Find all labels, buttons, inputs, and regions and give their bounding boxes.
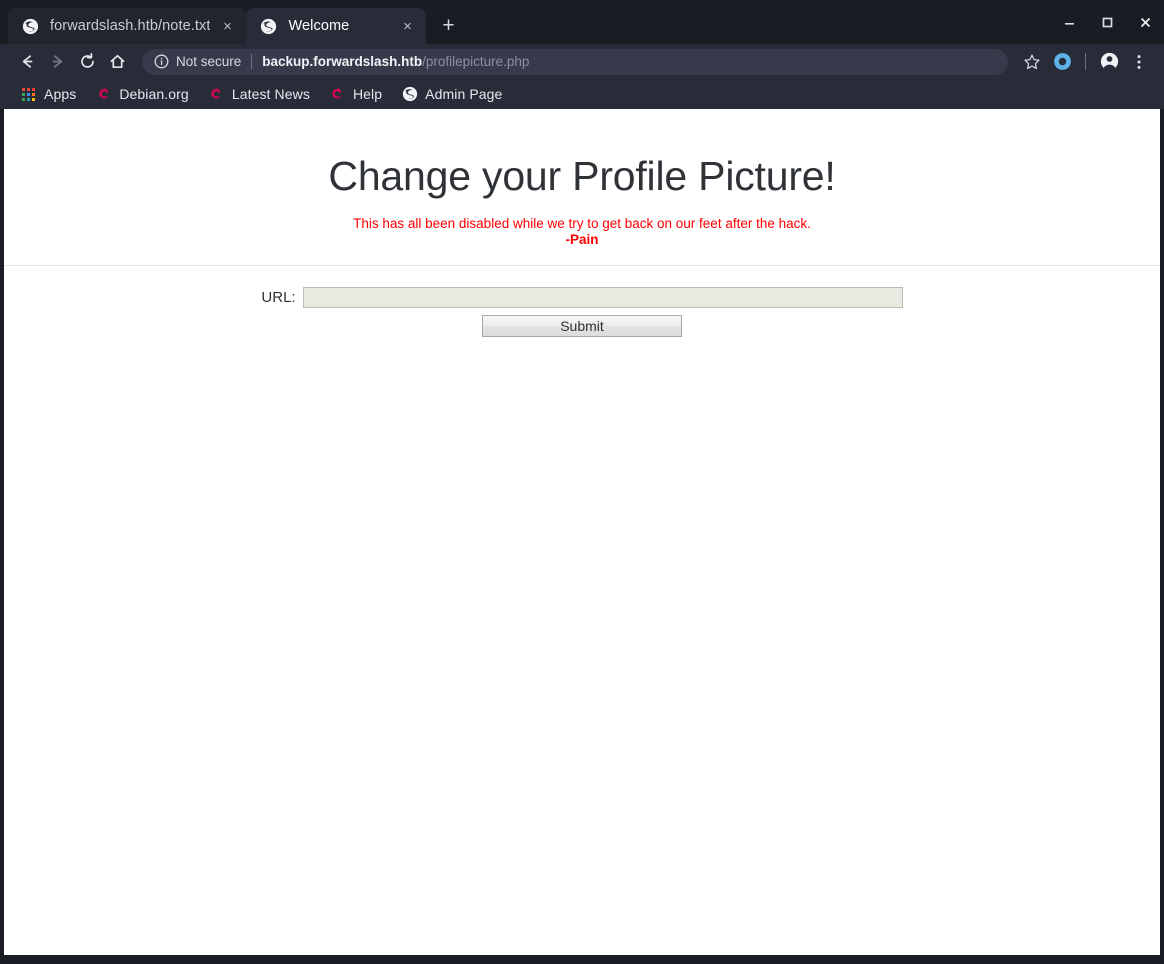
- new-tab-button[interactable]: +: [433, 10, 463, 40]
- debian-swirl-icon: [95, 86, 112, 103]
- url-field-row: URL:: [4, 286, 1160, 308]
- forward-button[interactable]: [42, 47, 72, 77]
- tab-title: forwardslash.htb/note.txt: [50, 18, 211, 34]
- reload-button[interactable]: [72, 47, 102, 77]
- toolbar-divider: [1085, 53, 1086, 70]
- globe-icon: [22, 18, 39, 35]
- bookmarks-bar: Apps Debian.org Latest News Help Admin P…: [0, 79, 1164, 109]
- bookmark-help[interactable]: Help: [321, 82, 390, 106]
- bookmark-label: Admin Page: [425, 86, 503, 102]
- tab-title: Welcome: [288, 18, 350, 34]
- close-button[interactable]: [1126, 0, 1164, 44]
- tab-close-icon[interactable]: ×: [398, 17, 416, 35]
- bookmark-label: Latest News: [231, 86, 310, 102]
- back-button[interactable]: [12, 47, 42, 77]
- security-status-text: Not secure: [176, 54, 242, 69]
- address-bar-url: backup.forwardslash.htb/profilepicture.p…: [262, 54, 529, 69]
- url-field-label: URL:: [261, 288, 296, 306]
- bookmark-latest-news[interactable]: Latest News: [200, 82, 318, 106]
- horizontal-divider: [4, 264, 1160, 266]
- url-path: /profilepicture.php: [422, 54, 530, 69]
- bookmark-label: Apps: [44, 86, 77, 102]
- maximize-button[interactable]: [1088, 0, 1126, 44]
- bookmark-debian-org[interactable]: Debian.org: [87, 82, 197, 106]
- bookmark-apps[interactable]: Apps: [12, 82, 84, 106]
- extension-circle-icon[interactable]: [1047, 47, 1077, 77]
- browser-tab-note-txt[interactable]: forwardslash.htb/note.txt ×: [8, 8, 247, 44]
- star-icon[interactable]: [1017, 47, 1047, 77]
- tab-strip: forwardslash.htb/note.txt × Welcome × +: [0, 0, 1164, 44]
- debian-swirl-icon: [208, 86, 225, 103]
- home-button[interactable]: [102, 47, 132, 77]
- bookmark-label: Help: [352, 86, 383, 102]
- globe-icon: [260, 18, 277, 35]
- page-title: Change your Profile Picture!: [328, 153, 836, 199]
- tab-close-icon[interactable]: ×: [218, 17, 236, 35]
- window-controls: [1050, 0, 1164, 44]
- profile-picture-form: URL: Submit: [4, 286, 1160, 337]
- browser-window: forwardslash.htb/note.txt × Welcome × +: [0, 0, 1164, 964]
- url-input[interactable]: [302, 286, 903, 308]
- bookmark-admin-page[interactable]: Admin Page: [393, 82, 510, 106]
- browser-toolbar: Not secure backup.forwardslash.htb/profi…: [0, 44, 1164, 79]
- page-viewport: Change your Profile Picture! This has al…: [4, 109, 1160, 955]
- url-host: backup.forwardslash.htb: [262, 54, 423, 69]
- account-avatar-icon[interactable]: [1094, 47, 1124, 77]
- address-bar[interactable]: Not secure backup.forwardslash.htb/profi…: [142, 48, 1008, 75]
- submit-row: Submit: [4, 314, 1160, 337]
- page-content: Change your Profile Picture! This has al…: [4, 153, 1160, 337]
- toolbar-right-controls: [1017, 47, 1154, 77]
- minimize-button[interactable]: [1050, 0, 1088, 44]
- apps-grid-icon: [20, 86, 37, 103]
- browser-tab-welcome[interactable]: Welcome ×: [246, 8, 427, 44]
- disabled-notice: This has all been disabled while we try …: [4, 216, 1160, 248]
- notice-signature: -Pain: [565, 231, 599, 247]
- submit-button[interactable]: Submit: [482, 314, 682, 337]
- omnibox-divider: [251, 54, 253, 69]
- globe-icon: [401, 86, 418, 103]
- three-dots-menu-icon[interactable]: [1124, 47, 1154, 77]
- viewport-container: Change your Profile Picture! This has al…: [0, 109, 1164, 964]
- info-circle-icon[interactable]: [154, 54, 169, 69]
- debian-swirl-icon: [329, 86, 346, 103]
- notice-line-1: This has all been disabled while we try …: [353, 216, 811, 231]
- bookmark-label: Debian.org: [119, 86, 189, 102]
